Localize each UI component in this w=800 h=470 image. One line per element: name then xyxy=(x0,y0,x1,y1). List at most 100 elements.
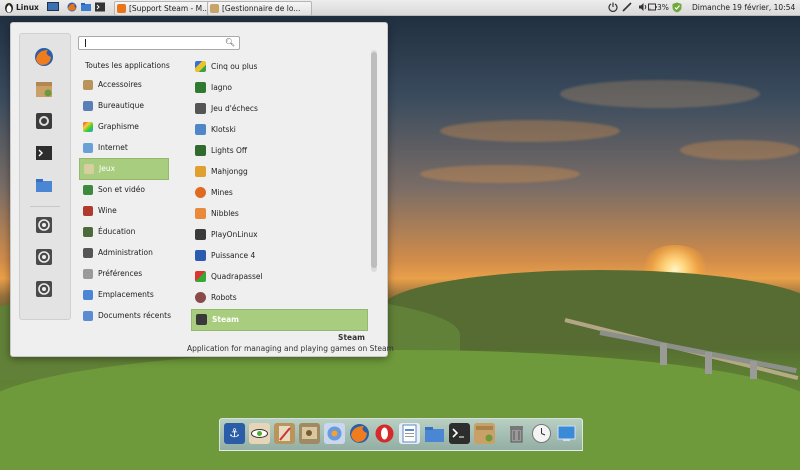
folder-icon[interactable] xyxy=(424,423,445,444)
search-icon[interactable]: 🔍︎ xyxy=(225,38,235,47)
category-wine[interactable]: Wine xyxy=(79,201,167,221)
power-icon[interactable] xyxy=(608,2,618,12)
pen-icon[interactable] xyxy=(622,2,632,12)
opera-icon[interactable] xyxy=(374,423,395,444)
anchor-icon[interactable]: ⚓ xyxy=(224,423,245,444)
app-puissance-4[interactable]: Puissance 4 xyxy=(191,246,366,266)
app-label: Cinq ou plus xyxy=(211,62,258,71)
desktop-icon[interactable] xyxy=(556,423,577,444)
writer-icon[interactable] xyxy=(399,423,420,444)
top-panel: Linux [Support Steam - M... [Gestionnair… xyxy=(0,0,800,16)
terminal-icon[interactable] xyxy=(449,423,470,444)
category-label: Toutes les applications xyxy=(85,61,170,70)
administration-icon xyxy=(83,248,93,258)
category-internet[interactable]: Internet xyxy=(79,138,167,158)
trash-icon[interactable] xyxy=(506,423,527,444)
app-iagno[interactable]: Iagno xyxy=(191,78,366,98)
wine-icon xyxy=(83,206,93,216)
search-input[interactable]: 🔍︎ xyxy=(78,36,240,50)
app-lights-off[interactable]: Lights Off xyxy=(191,141,366,161)
applications-menu: 🔍︎ Toutes les applications Accessoires B… xyxy=(10,22,394,357)
package-manager-icon[interactable] xyxy=(34,79,54,99)
settings-icon[interactable] xyxy=(34,111,54,131)
firefox-icon xyxy=(117,4,126,13)
category-accessories[interactable]: Accessoires xyxy=(79,75,167,95)
lock-screen-icon[interactable] xyxy=(34,215,54,235)
category-label: Jeux xyxy=(99,164,116,173)
quadrapassel-icon xyxy=(195,271,206,282)
app-robots[interactable]: Robots xyxy=(191,288,366,308)
robots-icon xyxy=(195,292,206,303)
app-label: Mines xyxy=(211,188,233,197)
text-cursor xyxy=(85,39,86,47)
package-icon[interactable] xyxy=(474,423,495,444)
app-label: Jeu d'échecs xyxy=(211,104,258,113)
tux-icon xyxy=(4,2,14,13)
task-label: [Gestionnaire de lo... xyxy=(222,4,301,13)
network-icon[interactable] xyxy=(324,423,345,444)
internet-icon xyxy=(83,143,93,153)
graphics-icon xyxy=(83,122,93,132)
battery-icon[interactable] xyxy=(648,2,657,12)
favorites-panel xyxy=(19,33,71,320)
clock-icon[interactable] xyxy=(531,423,552,444)
category-label: Accessoires xyxy=(98,80,142,89)
app-klotski[interactable]: Klotski xyxy=(191,120,366,140)
app-steam[interactable]: Steam xyxy=(191,309,368,331)
favorites-separator xyxy=(30,206,60,207)
clock[interactable]: Dimanche 19 février, 10:54 xyxy=(692,0,795,15)
app-label: Klotski xyxy=(211,125,236,134)
app-label: Mahjongg xyxy=(211,167,248,176)
app-quadrapassel[interactable]: Quadrapassel xyxy=(191,267,366,287)
category-office[interactable]: Bureautique xyxy=(79,96,167,116)
firefox-icon[interactable] xyxy=(34,47,54,67)
accessories-icon xyxy=(83,80,93,90)
category-multimedia[interactable]: Son et vidéo xyxy=(79,180,167,200)
category-all-applications[interactable]: Toutes les applications xyxy=(79,59,170,73)
terminal-icon[interactable] xyxy=(34,143,54,163)
firefox-launcher-icon[interactable] xyxy=(67,2,77,12)
app-mines[interactable]: Mines xyxy=(191,183,366,203)
logout-icon[interactable] xyxy=(34,247,54,267)
taskbar-item-package-manager[interactable]: [Gestionnaire de lo... xyxy=(207,1,312,16)
show-desktop-icon[interactable] xyxy=(47,2,59,12)
eye-icon[interactable] xyxy=(249,423,270,444)
terminal-launcher-icon[interactable] xyxy=(95,2,105,12)
app-nibbles[interactable]: Nibbles xyxy=(191,204,366,224)
category-label: Graphisme xyxy=(98,122,139,131)
shutdown-icon[interactable] xyxy=(34,279,54,299)
chess-icon xyxy=(195,103,206,114)
category-preferences[interactable]: Préférences xyxy=(79,264,167,284)
applications-menu-button[interactable]: Linux xyxy=(16,0,39,15)
app-mahjongg[interactable]: Mahjongg xyxy=(191,162,366,182)
app-description-text: Application for managing and playing gam… xyxy=(187,344,394,353)
taskbar-item-support-steam[interactable]: [Support Steam - M... xyxy=(114,1,219,16)
paint-icon[interactable] xyxy=(274,423,295,444)
firefox-icon[interactable] xyxy=(349,423,370,444)
category-administration[interactable]: Administration xyxy=(79,243,167,263)
files-launcher-icon[interactable] xyxy=(81,2,91,12)
four-in-a-row-icon xyxy=(195,250,206,261)
iagno-icon xyxy=(195,82,206,93)
app-cinq-ou-plus[interactable]: Cinq ou plus xyxy=(191,57,366,77)
education-icon xyxy=(83,227,93,237)
apps-scrollbar[interactable] xyxy=(371,50,377,272)
category-places[interactable]: Emplacements xyxy=(79,285,167,305)
category-games[interactable]: Jeux xyxy=(79,158,169,180)
app-label: Lights Off xyxy=(211,146,248,155)
category-recent-documents[interactable]: Documents récents xyxy=(79,306,171,326)
package-icon xyxy=(210,4,219,13)
category-label: Son et vidéo xyxy=(98,185,145,194)
folder-icon[interactable] xyxy=(34,175,54,195)
app-label: PlayOnLinux xyxy=(211,230,258,239)
app-playonlinux[interactable]: PlayOnLinux xyxy=(191,225,366,245)
update-shield-icon[interactable] xyxy=(672,2,682,13)
image-editor-icon[interactable] xyxy=(299,423,320,444)
scrollbar-thumb[interactable] xyxy=(371,52,377,268)
app-jeu-d-echecs[interactable]: Jeu d'échecs xyxy=(191,99,366,119)
app-label: Robots xyxy=(211,293,237,302)
volume-icon[interactable] xyxy=(638,2,648,12)
category-graphics[interactable]: Graphisme xyxy=(79,117,167,137)
category-education[interactable]: Éducation xyxy=(79,222,167,242)
category-label: Bureautique xyxy=(98,101,144,110)
